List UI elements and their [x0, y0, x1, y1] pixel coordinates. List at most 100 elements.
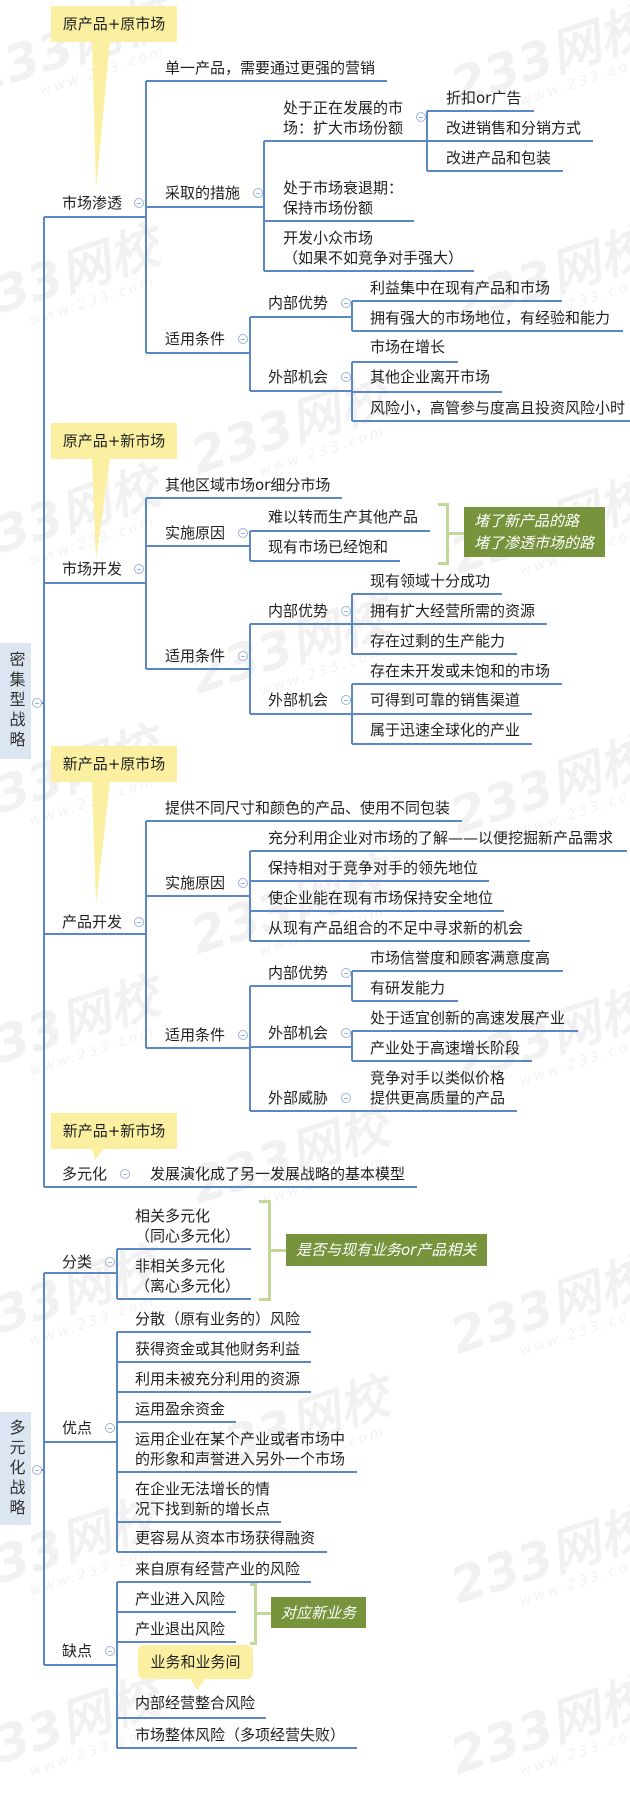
leaf-node[interactable]: 产业退出风险	[135, 1619, 225, 1639]
collapse-icon[interactable]	[341, 1028, 351, 1038]
leaf-node[interactable]: 存在过剩的生产能力	[370, 631, 505, 651]
node-other-regions[interactable]: 其他区域市场or细分市场	[165, 475, 330, 495]
leaf-node[interactable]: 拥有扩大经营所需的资源	[370, 601, 535, 621]
collapse-icon[interactable]	[238, 528, 248, 538]
connector-line	[352, 300, 562, 302]
collapse-icon[interactable]	[134, 564, 144, 574]
leaf-node[interactable]: 获得资金或其他财务利益	[135, 1339, 300, 1359]
connector-line	[117, 1391, 311, 1393]
leaf-node[interactable]: 处于适宜创新的高速发展产业	[370, 1008, 565, 1028]
node-growing-market[interactable]: 处于正在发展的市 场：扩大市场份额	[283, 98, 403, 138]
leaf-node[interactable]: 发展演化成了另一发展战略的基本模型	[150, 1164, 405, 1184]
collapse-icon[interactable]	[341, 1093, 351, 1103]
node-single-product[interactable]: 单一产品，需要通过更强的营销	[165, 58, 375, 78]
leaf-node[interactable]: 运用盈余资金	[135, 1399, 225, 1419]
leaf-node[interactable]: 折扣or广告	[446, 88, 521, 108]
node-reasons[interactable]: 实施原因	[165, 523, 225, 543]
branch-advantages[interactable]: 优点	[62, 1418, 92, 1438]
branch-market-development[interactable]: 市场开发	[62, 559, 122, 579]
leaf-node[interactable]: 在企业无法增长的情 况下找到新的增长点	[135, 1479, 270, 1519]
leaf-node[interactable]: 相关多元化 （同心多元化）	[135, 1206, 240, 1246]
leaf-node[interactable]: 可得到可靠的销售渠道	[370, 690, 520, 710]
leaf-node[interactable]: 利益集中在现有产品和市场	[370, 278, 550, 298]
leaf-node[interactable]: 改进产品和包装	[446, 148, 551, 168]
leaf-node[interactable]: 产业进入风险	[135, 1589, 225, 1609]
collapse-icon[interactable]	[32, 698, 42, 708]
leaf-node[interactable]: 充分利用企业对市场的了解——以便挖掘新产品需求	[268, 828, 613, 848]
node-external-opportunities[interactable]: 外部机会	[268, 367, 328, 387]
connector-line	[264, 140, 427, 142]
collapse-icon[interactable]	[416, 112, 426, 122]
node-applicable-conditions[interactable]: 适用条件	[165, 329, 225, 349]
leaf-node[interactable]: 市场在增长	[370, 337, 445, 357]
leaf-node[interactable]: 更容易从资本市场获得融资	[135, 1528, 315, 1548]
collapse-icon[interactable]	[134, 198, 144, 208]
collapse-icon[interactable]	[238, 651, 248, 661]
node-external-opportunities[interactable]: 外部机会	[268, 1023, 328, 1043]
collapse-icon[interactable]	[32, 1465, 42, 1475]
leaf-node[interactable]: 拥有强大的市场地位，有经验和能力	[370, 308, 610, 328]
root-node-diversification-strategy[interactable]: 多元化战略	[0, 1412, 31, 1525]
root-node-intensive-strategy[interactable]: 密集型战略	[0, 643, 31, 759]
summary-note[interactable]: 堵了新产品的路 堵了渗透市场的路	[464, 507, 605, 557]
branch-product-development[interactable]: 产品开发	[62, 912, 122, 932]
collapse-icon[interactable]	[105, 1646, 115, 1656]
node-applicable-conditions[interactable]: 适用条件	[165, 646, 225, 666]
leaf-node[interactable]: 改进销售和分销方式	[446, 118, 581, 138]
branch-classification[interactable]: 分类	[62, 1252, 92, 1272]
collapse-icon[interactable]	[341, 298, 351, 308]
callout-pointer	[190, 1678, 206, 1690]
collapse-icon[interactable]	[105, 1423, 115, 1433]
leaf-node[interactable]: 利用未被充分利用的资源	[135, 1369, 300, 1389]
node-internal-strengths[interactable]: 内部优势	[268, 293, 328, 313]
leaf-node[interactable]: 保持相对于竞争对手的领先地位	[268, 858, 478, 878]
leaf-node[interactable]: 有研发能力	[370, 978, 445, 998]
leaf-node[interactable]: 内部经营整合风险	[135, 1693, 255, 1713]
collapse-icon[interactable]	[120, 1169, 130, 1179]
leaf-node[interactable]: 难以转而生产其他产品	[268, 507, 418, 527]
node-reasons[interactable]: 实施原因	[165, 873, 225, 893]
leaf-node[interactable]: 非相关多元化 （离心多元化）	[135, 1256, 240, 1296]
leaf-node[interactable]: 来自原有经营产业的风险	[135, 1559, 300, 1579]
collapse-icon[interactable]	[341, 695, 351, 705]
collapse-icon[interactable]	[238, 334, 248, 344]
leaf-node[interactable]: 从现有产品组合的不足中寻求新的机会	[268, 918, 523, 938]
collapse-icon[interactable]	[105, 1257, 115, 1267]
leaf-node[interactable]: 产业处于高速增长阶段	[370, 1038, 520, 1058]
leaf-node[interactable]: 现有领域十分成功	[370, 571, 490, 591]
collapse-icon[interactable]	[341, 606, 351, 616]
summary-note[interactable]: 是否与现有业务or产品相关	[286, 1234, 487, 1266]
node-measures[interactable]: 采取的措施	[165, 183, 240, 203]
node-internal-strengths[interactable]: 内部优势	[268, 601, 328, 621]
leaf-node[interactable]: 分散（原有业务的）风险	[135, 1309, 300, 1329]
leaf-node[interactable]: 风险小，高管参与度高且投资风险小时	[370, 398, 625, 418]
node-external-threats[interactable]: 外部威胁	[268, 1088, 328, 1108]
leaf-node[interactable]: 市场整体风险（多项经营失败）	[135, 1725, 345, 1745]
leaf-node[interactable]: 运用企业在某个产业或者市场中 的形象和声誉进入另外一个市场	[135, 1429, 345, 1469]
leaf-node[interactable]: 竞争对手以类似价格 提供更高质量的产品	[370, 1068, 505, 1108]
node-declining-market[interactable]: 处于市场衰退期： 保持市场份额	[283, 178, 403, 218]
collapse-icon[interactable]	[134, 917, 144, 927]
leaf-node[interactable]: 现有市场已经饱和	[268, 537, 388, 557]
node-applicable-conditions[interactable]: 适用条件	[165, 1025, 225, 1045]
leaf-node[interactable]: 使企业能在现有市场保持安全地位	[268, 888, 493, 908]
branch-disadvantages[interactable]: 缺点	[62, 1641, 92, 1661]
node-sizes-colors[interactable]: 提供不同尺寸和颜色的产品、使用不同包装	[165, 798, 450, 818]
collapse-icon[interactable]	[253, 188, 263, 198]
leaf-node[interactable]: 属于迅速全球化的产业	[370, 720, 520, 740]
connector-line	[352, 1060, 532, 1062]
node-internal-strengths[interactable]: 内部优势	[268, 963, 328, 983]
node-niche-market[interactable]: 开发小众市场 （如果不如竞争对手强大）	[283, 228, 463, 268]
leaf-node[interactable]: 存在未开发或未饱和的市场	[370, 661, 550, 681]
callout-new-product-old-market: 新产品+原市场	[51, 746, 177, 782]
collapse-icon[interactable]	[341, 968, 351, 978]
leaf-node[interactable]: 其他企业离开市场	[370, 367, 490, 387]
branch-market-penetration[interactable]: 市场渗透	[62, 193, 122, 213]
node-external-opportunities[interactable]: 外部机会	[268, 690, 328, 710]
leaf-node[interactable]: 市场信誉度和顾客满意度高	[370, 948, 550, 968]
collapse-icon[interactable]	[238, 1030, 248, 1040]
collapse-icon[interactable]	[238, 878, 248, 888]
summary-note[interactable]: 对应新业务	[271, 1597, 366, 1628]
collapse-icon[interactable]	[341, 372, 351, 382]
branch-diversification[interactable]: 多元化	[62, 1164, 107, 1184]
